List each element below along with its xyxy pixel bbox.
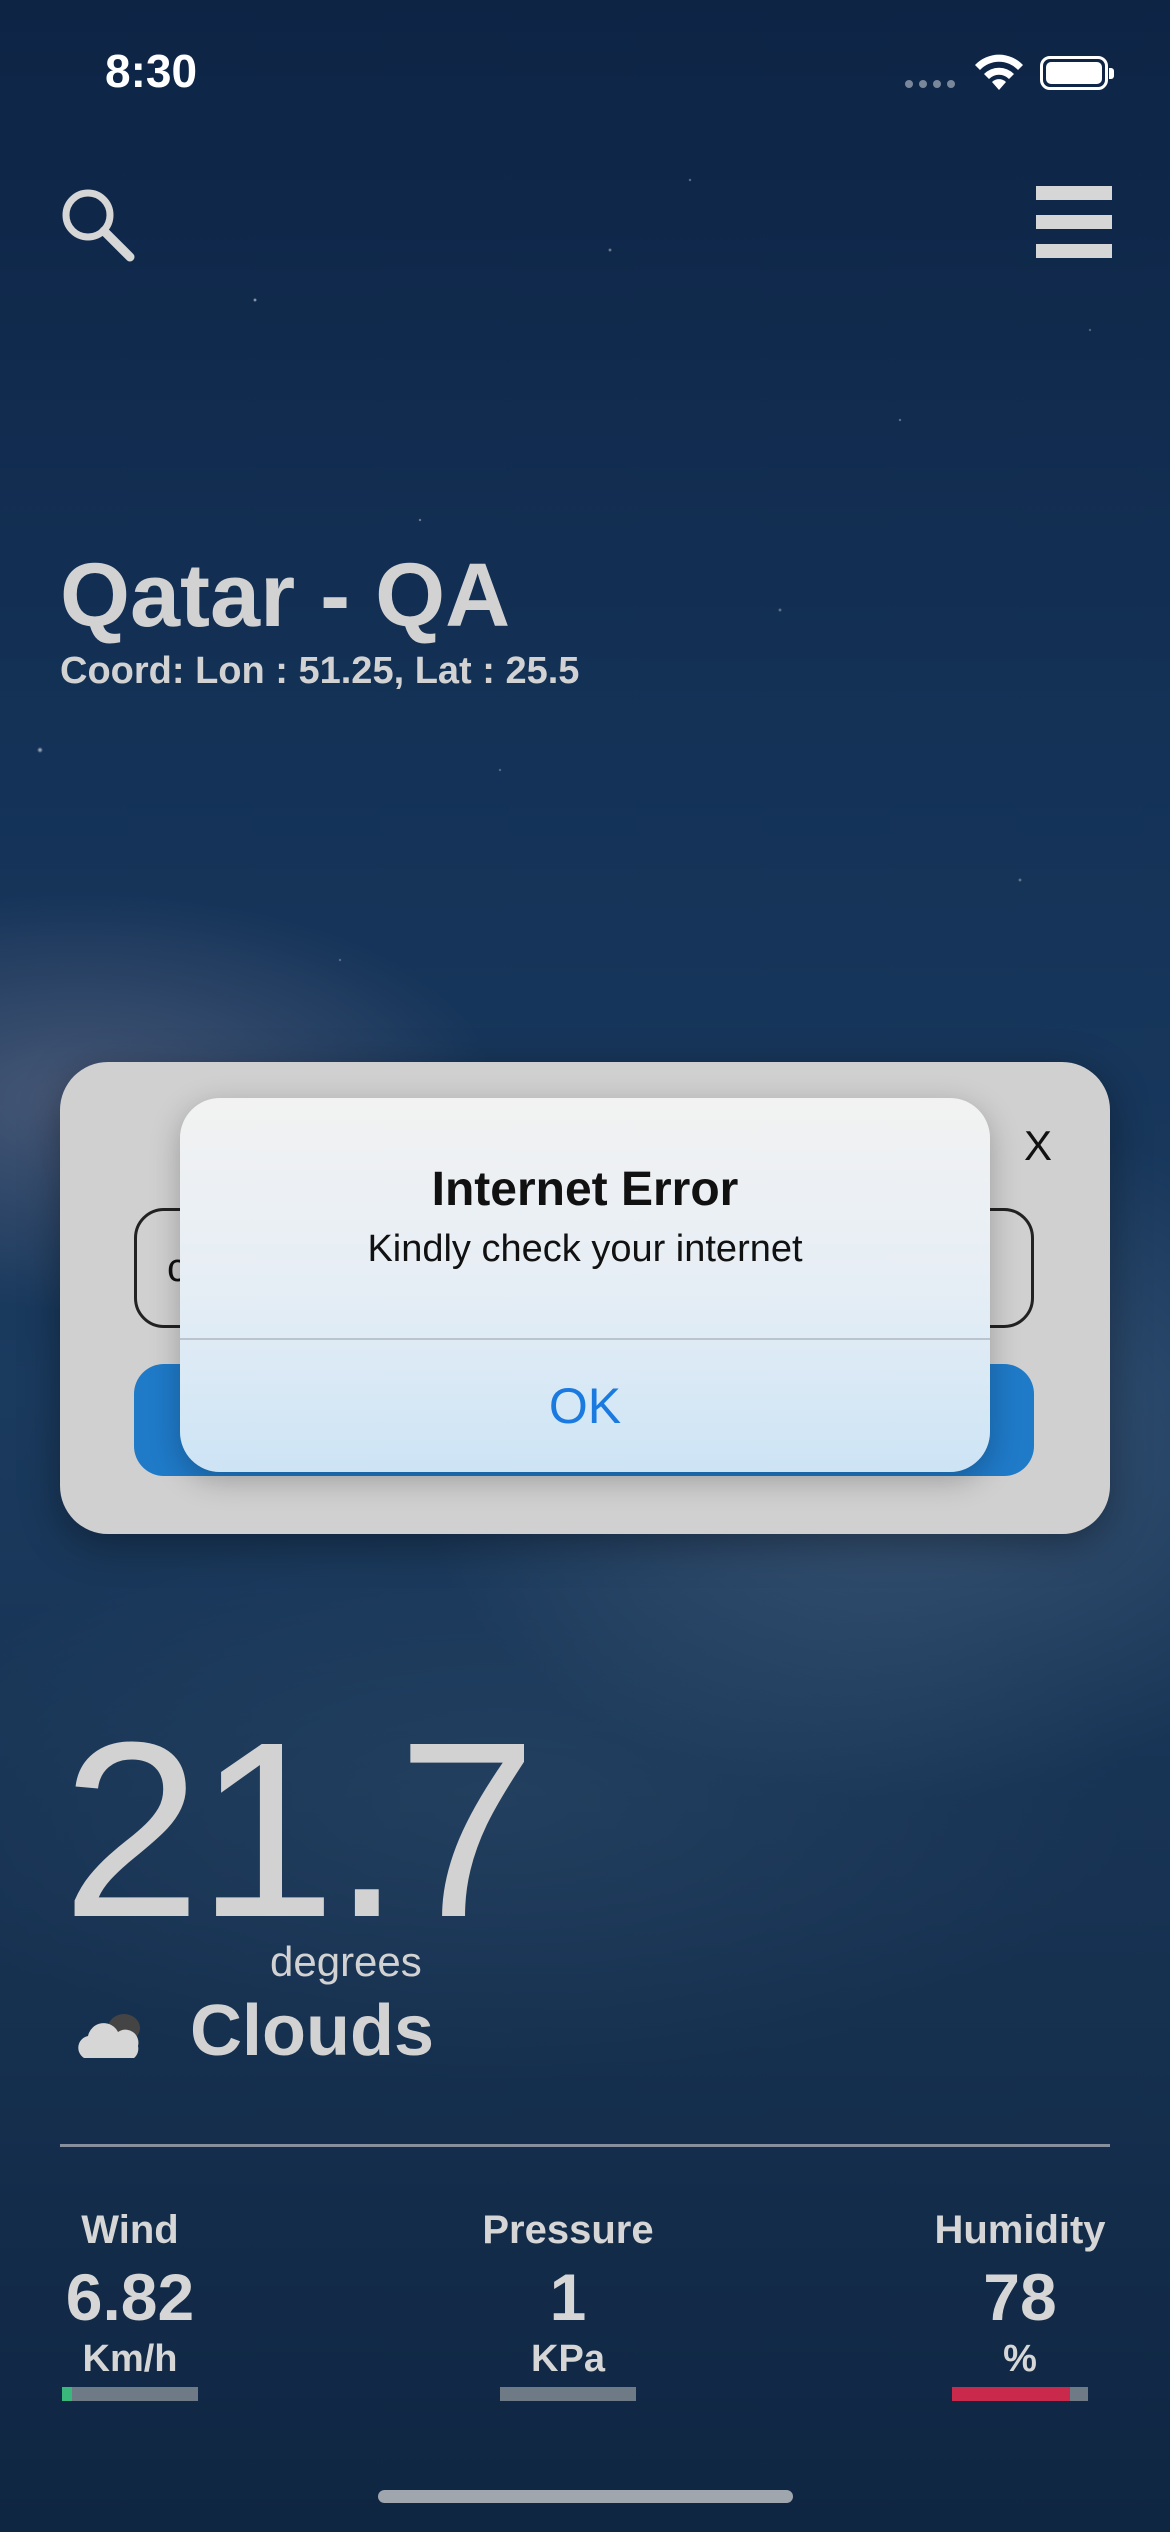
humidity-unit: %: [1003, 2338, 1037, 2381]
divider: [60, 2144, 1110, 2147]
wifi-icon: [975, 54, 1023, 90]
location-title: Qatar - QA: [60, 546, 511, 646]
battery-icon: [1040, 56, 1114, 90]
wind-level-bar: [62, 2387, 198, 2402]
weather-condition: Clouds: [190, 1991, 434, 2071]
wind-unit: Km/h: [82, 2338, 178, 2381]
humidity-label: Humidity: [934, 2208, 1106, 2252]
humidity-level-bar: [952, 2387, 1088, 2402]
wind-label: Wind: [81, 2208, 179, 2252]
pressure-label: Pressure: [482, 2208, 654, 2252]
temperature-unit: degrees: [270, 1938, 422, 1985]
pressure-level-bar: [500, 2387, 636, 2402]
pressure-stat: Pressure 1 KPa: [478, 2208, 658, 2402]
pressure-unit: KPa: [531, 2338, 605, 2381]
close-modal-button[interactable]: X: [1024, 1122, 1052, 1170]
alert-message: Kindly check your internet: [367, 1228, 803, 1270]
humidity-value: 78: [983, 2260, 1057, 2334]
search-icon[interactable]: [58, 185, 138, 265]
internet-error-alert: Internet Error Kindly check your interne…: [180, 1098, 990, 1472]
cloud-icon: [78, 2014, 140, 2058]
temperature-value: 21.7: [62, 1690, 537, 1969]
humidity-stat: Humidity 78 %: [930, 2208, 1110, 2402]
home-indicator[interactable]: [378, 2490, 793, 2503]
alert-title: Internet Error: [431, 1163, 739, 1216]
status-time: 8:30: [105, 45, 198, 97]
coordinates-text: Coord: Lon : 51.25, Lat : 25.5: [60, 650, 580, 692]
pressure-value: 1: [549, 2260, 587, 2334]
hamburger-menu-icon[interactable]: [1036, 186, 1112, 262]
status-bar: 8:30: [0, 0, 1170, 140]
wind-stat: Wind 6.82 Km/h: [60, 2208, 200, 2402]
cellular-signal-icon: [905, 80, 955, 88]
wind-value: 6.82: [65, 2260, 195, 2334]
alert-ok-button[interactable]: OK: [180, 1340, 990, 1472]
